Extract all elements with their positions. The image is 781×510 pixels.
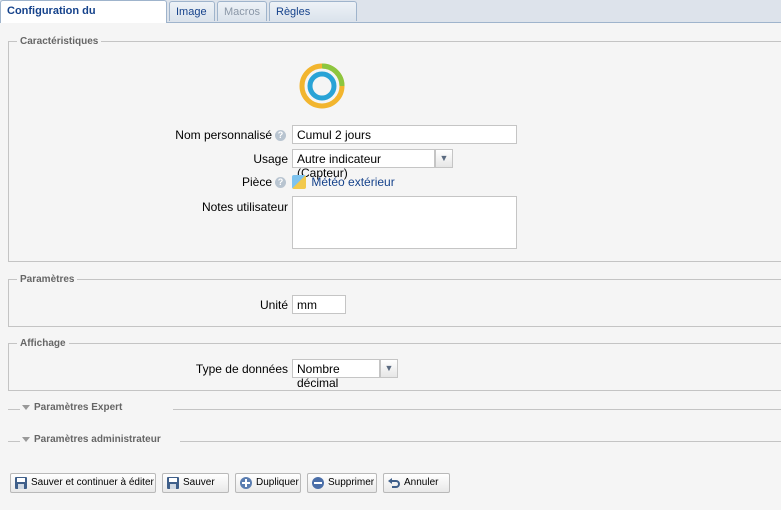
floppy-disk-icon xyxy=(167,477,179,489)
piece-link[interactable]: Météo extérieur xyxy=(292,174,395,190)
tab-image[interactable]: Image xyxy=(169,1,215,21)
help-icon[interactable]: ? xyxy=(275,130,286,142)
duplicate-button[interactable]: Dupliquer xyxy=(235,473,301,493)
cancel-button[interactable]: Annuler xyxy=(383,473,450,493)
unite-label: Unité xyxy=(259,298,288,312)
legend-affichage: Affichage xyxy=(20,338,66,349)
delete-button[interactable]: Supprimer xyxy=(307,473,377,493)
save-button[interactable]: Sauver xyxy=(162,473,229,493)
tab-macros: Macros xyxy=(217,1,267,21)
donut-gauge-icon xyxy=(299,63,345,109)
undo-arrow-icon xyxy=(388,478,400,488)
weather-icon xyxy=(292,174,306,189)
section-parametres-administrateur[interactable]: Paramètres administrateur xyxy=(8,434,781,448)
help-icon[interactable]: ? xyxy=(275,177,286,189)
legend-caracteristiques: Caractéristiques xyxy=(20,36,99,47)
nom-personnalise-input[interactable]: Cumul 2 jours xyxy=(292,125,517,144)
expand-arrow-icon[interactable] xyxy=(22,437,30,442)
expand-arrow-icon[interactable] xyxy=(22,405,30,410)
unite-input[interactable]: mm xyxy=(292,295,346,314)
usage-select[interactable]: Autre indicateur (Capteur) ▼ xyxy=(292,149,453,180)
save-continue-button[interactable]: Sauver et continuer à éditer xyxy=(10,473,156,493)
minus-circle-icon xyxy=(312,477,324,489)
usage-label: Usage xyxy=(253,152,288,166)
fieldset-parametres: Paramètres xyxy=(8,274,781,327)
form-content: Caractéristiques Nom personnalisé? Cumul… xyxy=(0,23,781,510)
chevron-down-icon[interactable]: ▼ xyxy=(435,149,453,168)
add-copy-icon xyxy=(240,477,252,489)
tab-configuration[interactable]: Configuration du périphérique xyxy=(0,0,167,37)
chevron-down-icon[interactable]: ▼ xyxy=(380,359,398,378)
notes-utilisateur-textarea[interactable] xyxy=(292,196,517,249)
tab-regles-associees[interactable]: Règles associées xyxy=(269,1,357,38)
type-de-donnees-label: Type de données xyxy=(195,362,288,376)
section-parametres-expert[interactable]: Paramètres Expert xyxy=(8,402,781,416)
notes-utilisateur-label: Notes utilisateur xyxy=(201,200,288,214)
parametres-administrateur-title[interactable]: Paramètres administrateur xyxy=(34,434,161,445)
tab-bar: Configuration du périphérique Image Macr… xyxy=(0,0,781,38)
nom-personnalise-label: Nom personnalisé? xyxy=(175,128,286,142)
floppy-disk-icon xyxy=(15,477,27,489)
piece-value[interactable]: Météo extérieur xyxy=(311,175,394,189)
piece-label: Pièce? xyxy=(242,175,286,189)
type-de-donnees-select[interactable]: Nombre décimal ▼ xyxy=(292,359,398,390)
parametres-expert-title[interactable]: Paramètres Expert xyxy=(34,402,122,413)
legend-parametres: Paramètres xyxy=(20,274,75,285)
type-de-donnees-value: Nombre décimal xyxy=(297,362,340,390)
